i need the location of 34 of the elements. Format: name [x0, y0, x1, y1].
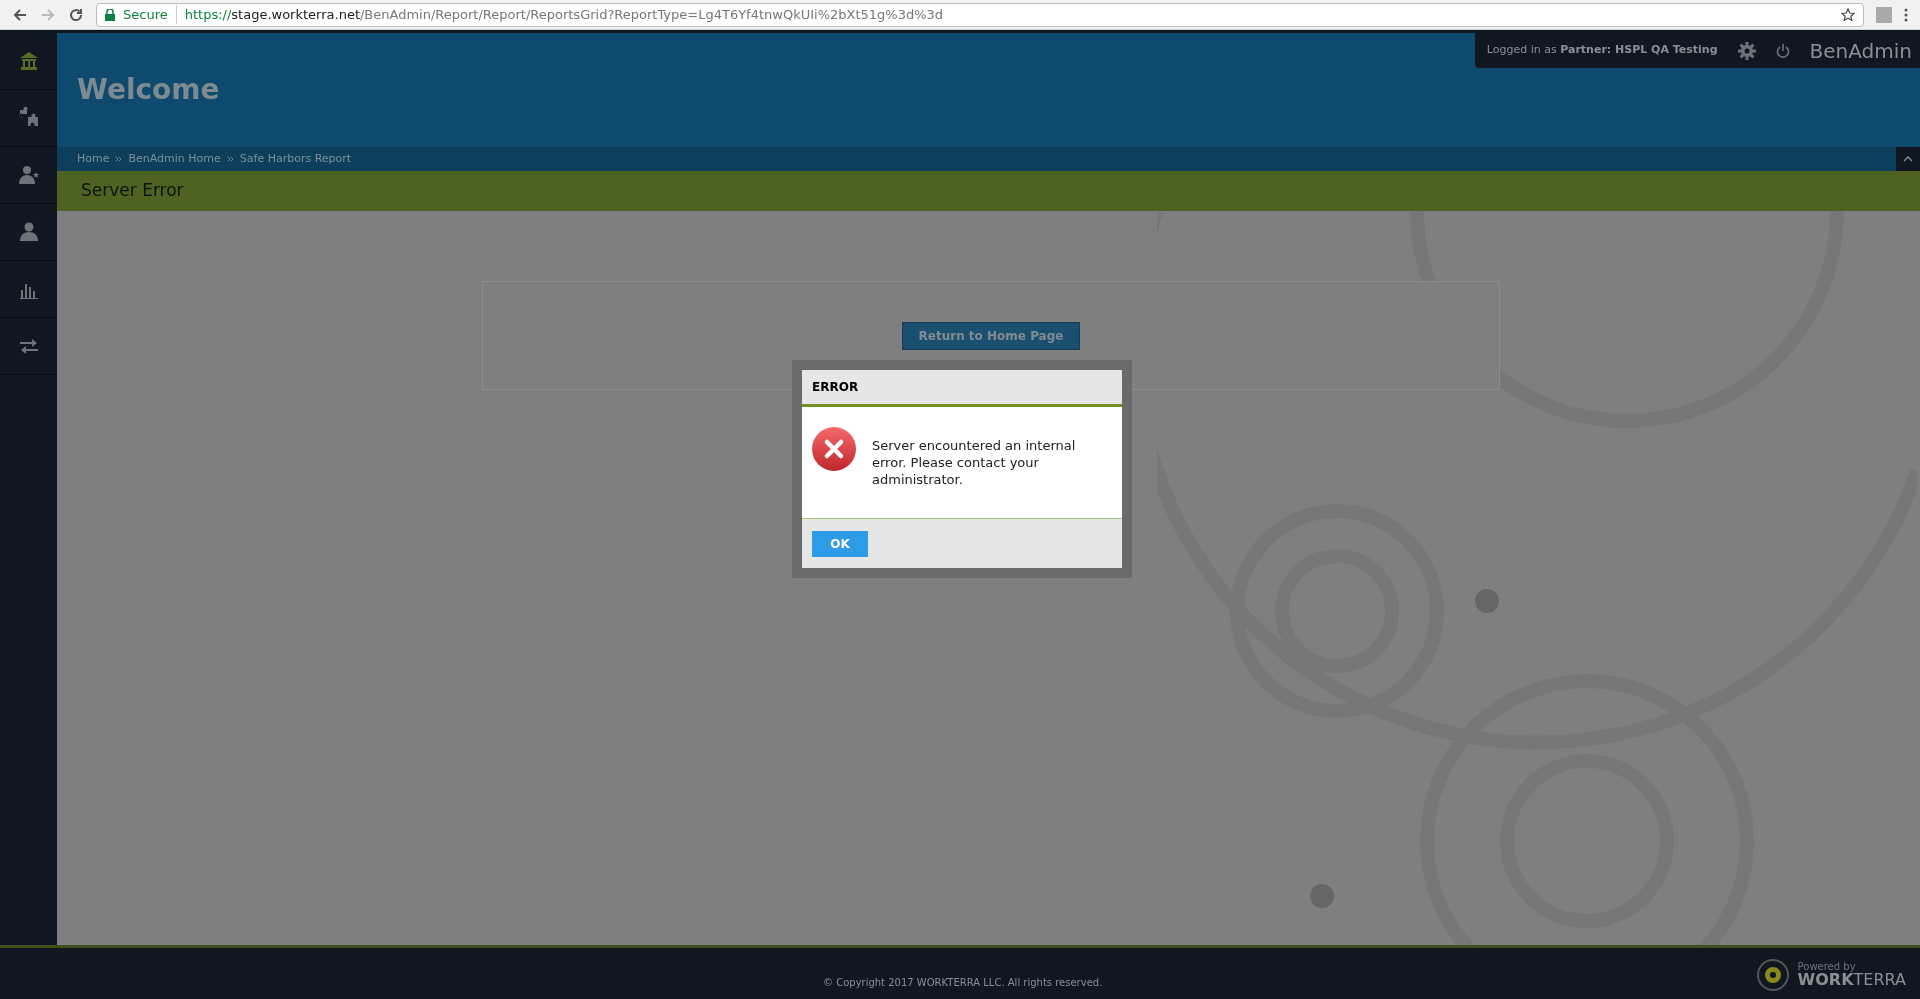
secure-label: Secure: [123, 4, 177, 25]
app-name: BenAdmin: [1809, 37, 1912, 65]
ok-button[interactable]: OK: [812, 530, 868, 557]
extension-icon[interactable]: [1876, 6, 1892, 23]
return-home-button[interactable]: Return to Home Page: [901, 322, 1081, 350]
breadcrumb-link[interactable]: BenAdmin Home: [128, 150, 221, 168]
copyright-text: © Copyright 2017 WORKTERRA LLC. All rights reserved.: [823, 976, 1103, 990]
page-title: Server Error: [81, 179, 184, 203]
chevron-up-icon: [1903, 156, 1913, 162]
reload-icon[interactable]: [68, 6, 84, 23]
user-icon[interactable]: [17, 221, 40, 243]
url-text: https://stage.workterra.net/BenAdmin/Report/Report/ReportsGrid?ReportType=Lg4T6Yf4tnwQkUIi%2bXt51g%3d%3d: [184, 5, 944, 24]
breadcrumb-separator-icon: [115, 156, 123, 162]
breadcrumb-link[interactable]: Home: [77, 150, 110, 168]
dialog-title: ERROR: [812, 379, 859, 396]
back-icon[interactable]: [12, 6, 28, 23]
breadcrumb-link[interactable]: Safe Harbors Report: [239, 150, 352, 168]
error-message: Server encountered an internal error. Please contact your administrator.: [872, 437, 1077, 488]
lock-icon: [105, 8, 115, 21]
welcome-title: Welcome: [77, 72, 220, 108]
menu-icon[interactable]: [1904, 7, 1908, 22]
address-bar[interactable]: Secure https://stage.workterra.net/BenAdmin/Report/Report/ReportsGrid?ReportType=Lg4T6Yf4tnwQkUIi%2bXt51g%3d%3d: [96, 2, 1864, 27]
power-icon[interactable]: [1775, 42, 1790, 59]
collapse-button[interactable]: [1896, 147, 1920, 171]
user-star-icon[interactable]: [17, 164, 40, 186]
brand-name: WORKTERRA: [1797, 972, 1906, 988]
login-info: Logged in as Partner: HSPL QA Testing: [1486, 42, 1718, 59]
puzzle-icon[interactable]: [17, 107, 40, 129]
workterra-logo-icon: [1755, 958, 1790, 992]
settings-icon[interactable]: [1737, 41, 1756, 60]
star-icon[interactable]: [1841, 7, 1855, 22]
error-icon: [812, 427, 856, 471]
breadcrumb-separator-icon: [226, 156, 234, 162]
powered-by-label: Powered by: [1797, 962, 1856, 972]
